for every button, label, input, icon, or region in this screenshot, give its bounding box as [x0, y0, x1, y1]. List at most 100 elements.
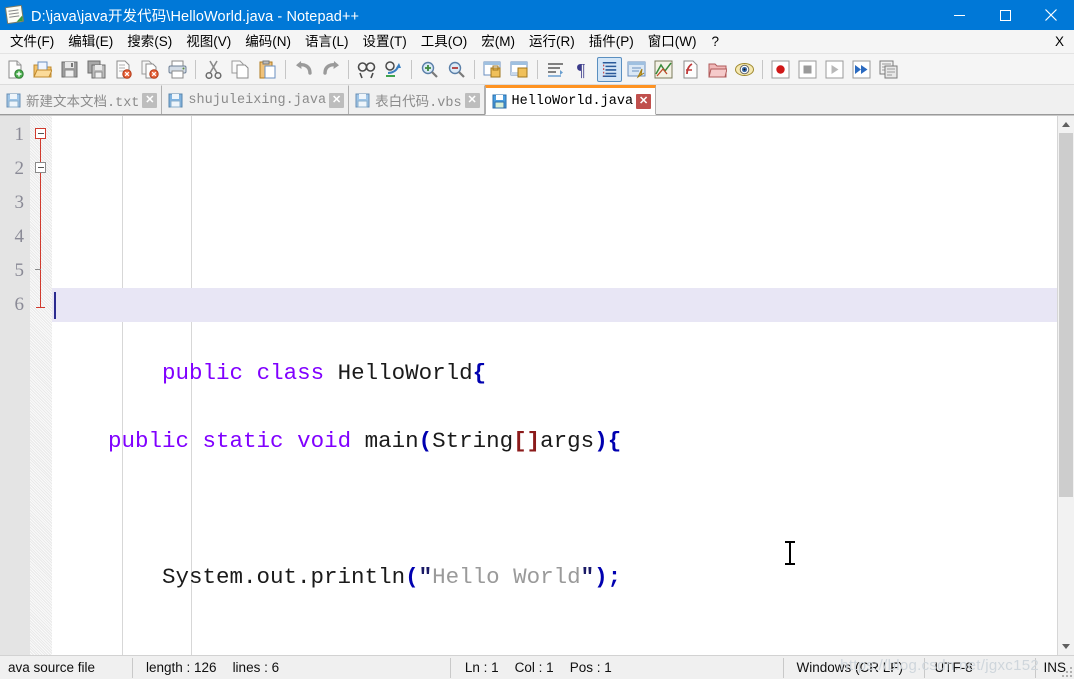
- redo-icon[interactable]: [318, 57, 343, 82]
- run-macro-multiple-icon[interactable]: [849, 57, 874, 82]
- open-file-icon[interactable]: [30, 57, 55, 82]
- code-token: args: [540, 428, 595, 454]
- menu-encoding[interactable]: 编码(N): [238, 31, 298, 53]
- maximize-icon[interactable]: [982, 0, 1028, 30]
- function-list-icon[interactable]: [678, 57, 703, 82]
- sync-vertical-scroll-icon[interactable]: [480, 57, 505, 82]
- menu-file[interactable]: 文件(F): [3, 31, 61, 53]
- window-title: D:\java\java开发代码\HelloWorld.java - Notep…: [31, 8, 360, 25]
- tab-close-icon[interactable]: ✕: [636, 93, 652, 109]
- toolbar-separator: [537, 59, 538, 79]
- notepad-plus-plus-icon: [4, 4, 25, 25]
- tab-shujuleixing[interactable]: shujuleixing.java ✕: [162, 85, 350, 114]
- menu-language[interactable]: 语言(L): [298, 31, 356, 53]
- indent-guide-icon[interactable]: [597, 56, 622, 82]
- print-icon[interactable]: [165, 57, 190, 82]
- sync-horizontal-scroll-icon[interactable]: [507, 57, 532, 82]
- scroll-down-arrow-icon[interactable]: [1058, 638, 1074, 655]
- line-number: 4: [14, 226, 25, 247]
- fold-toggle-line1[interactable]: [35, 128, 46, 139]
- code-line-3[interactable]: System.out.println("Hello World");: [52, 560, 1057, 594]
- toolbar-separator: [195, 59, 196, 79]
- show-all-characters-icon[interactable]: ¶: [570, 57, 595, 82]
- document-map-icon[interactable]: [651, 57, 676, 82]
- status-file-type: ava source file: [8, 660, 96, 675]
- tab-helloworld[interactable]: HelloWorld.java ✕: [484, 85, 657, 115]
- tab-new-text-document[interactable]: 新建文本文档.txt ✕: [0, 85, 163, 114]
- code-token: (: [418, 428, 433, 454]
- scroll-up-arrow-icon[interactable]: [1058, 116, 1074, 133]
- folder-as-workspace-icon[interactable]: [705, 57, 730, 82]
- vertical-scrollbar[interactable]: [1057, 116, 1074, 655]
- paste-icon[interactable]: [255, 57, 280, 82]
- find-icon[interactable]: [354, 57, 379, 82]
- zoom-in-icon[interactable]: [417, 57, 442, 82]
- code-token: HelloWorld: [337, 360, 473, 386]
- minimize-icon[interactable]: [936, 0, 982, 30]
- tab-label: 表白代码.vbs: [375, 95, 462, 111]
- code-token: ): [594, 564, 608, 590]
- play-macro-icon[interactable]: [822, 57, 847, 82]
- status-spacer-left: [287, 656, 450, 679]
- status-col: Col : 1: [514, 660, 554, 675]
- menu-tools[interactable]: 工具(O): [414, 31, 475, 53]
- word-wrap-icon[interactable]: [543, 57, 568, 82]
- code-line-2[interactable]: public static void main(String[]args){: [52, 424, 1057, 458]
- code-token: System.out.println: [162, 564, 406, 590]
- close-file-icon[interactable]: [111, 57, 136, 82]
- tab-close-icon[interactable]: ✕: [142, 92, 158, 108]
- user-defined-dialog-icon[interactable]: [624, 57, 649, 82]
- code-token: void: [297, 428, 352, 454]
- resize-grip[interactable]: [1060, 665, 1072, 677]
- menu-help[interactable]: ?: [703, 31, 727, 53]
- toolbar-separator: [474, 59, 475, 79]
- status-pos: Pos : 1: [569, 660, 612, 675]
- menu-search[interactable]: 搜索(S): [120, 31, 179, 53]
- document-monitor-icon[interactable]: [732, 57, 757, 82]
- close-all-icon[interactable]: [138, 57, 163, 82]
- tab-close-icon[interactable]: ✕: [464, 92, 480, 108]
- close-icon[interactable]: [1028, 0, 1074, 30]
- stop-recording-icon[interactable]: [795, 57, 820, 82]
- code-token: ): [594, 428, 608, 454]
- save-icon[interactable]: [57, 57, 82, 82]
- cut-icon[interactable]: [201, 57, 226, 82]
- replace-icon[interactable]: [381, 57, 406, 82]
- menu-view[interactable]: 视图(V): [179, 31, 238, 53]
- new-file-icon[interactable]: [3, 57, 28, 82]
- menu-settings[interactable]: 设置(T): [356, 31, 414, 53]
- record-macro-icon[interactable]: [768, 57, 793, 82]
- menu-edit[interactable]: 编辑(E): [61, 31, 120, 53]
- undo-icon[interactable]: [291, 57, 316, 82]
- status-ln: Ln : 1: [464, 660, 499, 675]
- vertical-scroll-track[interactable]: [1058, 133, 1074, 638]
- status-lines: lines : 6: [232, 660, 280, 675]
- menu-window[interactable]: 窗口(W): [641, 31, 704, 53]
- tab-close-icon[interactable]: ✕: [329, 92, 345, 108]
- text-file-icon: [6, 93, 21, 108]
- vbs-file-icon: [355, 93, 370, 108]
- save-all-icon[interactable]: [84, 57, 109, 82]
- menu-macro[interactable]: 宏(M): [474, 31, 522, 53]
- tab-biaobai-daima[interactable]: 表白代码.vbs ✕: [349, 85, 485, 114]
- code-content[interactable]: public class HelloWorld{ public static v…: [52, 116, 1057, 655]
- save-macro-icon[interactable]: [876, 57, 901, 82]
- code-token: {: [472, 360, 487, 386]
- svg-text:¶: ¶: [577, 60, 585, 79]
- line-number: 5: [14, 260, 25, 281]
- zoom-out-icon[interactable]: [444, 57, 469, 82]
- editor-area: 1 2 3 4 5 6 public class HelloWorld{ pub…: [0, 115, 1074, 655]
- menu-plugins[interactable]: 插件(P): [582, 31, 641, 53]
- line-number: 6: [14, 294, 25, 315]
- line-number: 3: [14, 192, 25, 213]
- close-document-button[interactable]: X: [1049, 32, 1074, 52]
- fold-toggle-line2[interactable]: [35, 162, 46, 173]
- menu-run[interactable]: 运行(R): [522, 31, 582, 53]
- code-token: public: [162, 360, 244, 386]
- copy-icon[interactable]: [228, 57, 253, 82]
- code-line-1[interactable]: public class HelloWorld{: [52, 288, 1057, 386]
- vertical-scroll-thumb[interactable]: [1059, 133, 1073, 497]
